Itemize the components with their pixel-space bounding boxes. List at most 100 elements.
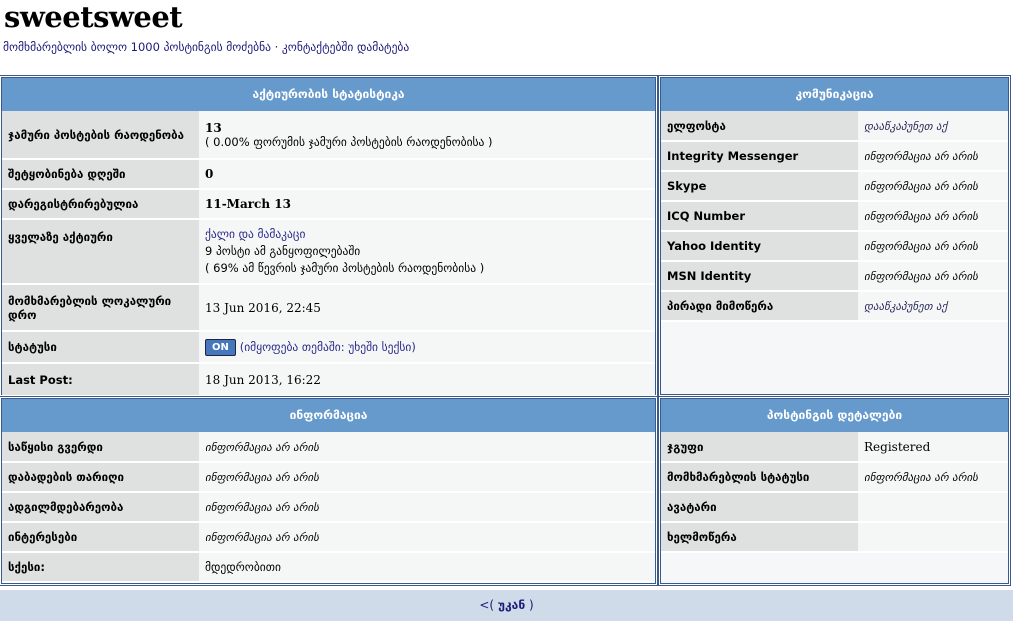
row-label: საწყისი გვერდი xyxy=(2,432,199,463)
row-label: Integrity Messenger xyxy=(661,141,858,172)
row-label: ხელმოწერა xyxy=(661,522,858,553)
row-value: ინფორმაცია არ არის xyxy=(864,210,978,223)
total-posts-pct: ( 0.00% ფორუმის ჯამური პოსტების რაოდენობ… xyxy=(205,134,493,149)
footer-bar: <( უკან ) xyxy=(0,588,1013,621)
row-value-cell xyxy=(858,492,1008,523)
row-value: ინფორმაცია არ არის xyxy=(864,240,978,253)
row-value: ინფორმაცია არ არის xyxy=(864,471,978,484)
row-value-cell: Registered xyxy=(858,432,1008,463)
row-value-cell: ინფორმაცია არ არის xyxy=(199,522,655,553)
footer-suffix: ) xyxy=(525,598,534,612)
row-label: დაბადების თარიღი xyxy=(2,462,199,493)
table-row: შეტყობინება დღეში 0 xyxy=(2,159,655,190)
row-label: პირადი მიმოწერა xyxy=(661,291,858,322)
find-posts-link[interactable]: მომხმარებლის ბოლო 1000 პოსტინგის მოძებნა xyxy=(3,40,271,54)
row-value: ინფორმაცია არ არის xyxy=(864,180,978,193)
row-value: ინფორმაცია არ არის xyxy=(205,440,319,454)
footer-prefix: <( xyxy=(479,598,498,612)
row-value: ინფორმაცია არ არის xyxy=(205,501,319,514)
info-panel: ინფორმაცია საწყისი გვერდი ინფორმაცია არ ა… xyxy=(0,396,658,586)
row-label: ICQ Number xyxy=(661,201,858,232)
row-value: ინფორმაცია არ არის xyxy=(205,471,319,484)
back-link[interactable]: უკან xyxy=(498,598,525,612)
row-label: სტატუსი xyxy=(2,331,199,364)
row-value-cell: ინფორმაცია არ არის xyxy=(858,231,1008,262)
table-row: ხელმოწერა xyxy=(661,522,1008,553)
posting-panel: პოსტინგის დეტალები ჯგუფი Registered მომხმა… xyxy=(658,396,1011,586)
row-label: დარეგისტრირებულია xyxy=(2,189,199,220)
table-row: მომხმარებლის სტატუსი ინფორმაცია არ არის xyxy=(661,462,1008,493)
row-label: ავატარი xyxy=(661,492,858,523)
row-label: მომხმარებლის სტატუსი xyxy=(661,462,858,493)
row-value-cell xyxy=(858,522,1008,553)
posts-per-day: 0 xyxy=(205,167,214,181)
communication-panel: კომუნიკაცია ელფოსტა დააწკაპუნეთ აქ Integri… xyxy=(658,75,1011,397)
active-pct: ( 69% ამ წევრის ჯამური პოსტების რაოდენობ… xyxy=(205,261,485,275)
row-value-cell: ინფორმაცია არ არის xyxy=(858,261,1008,292)
activity-panel: აქტიურობის სტატისტიკა ჯამური პოსტების რა… xyxy=(0,75,658,397)
row-value-cell: მდედრობითი xyxy=(199,552,655,583)
row-value-cell: დააწკაპუნეთ აქ xyxy=(858,291,1008,322)
table-row: Integrity Messenger ინფორმაცია არ არის xyxy=(661,141,1008,172)
add-contact-link[interactable]: კონტაქტებში დამატება xyxy=(282,40,409,54)
online-badge: ON xyxy=(205,338,236,356)
table-row: საწყისი გვერდი ინფორმაცია არ არის xyxy=(2,432,655,463)
row-value-cell: ინფორმაცია არ არის xyxy=(199,462,655,493)
row-value-cell: ინფორმაცია არ არის xyxy=(199,432,655,463)
separator: · xyxy=(270,40,282,54)
row-label: ჯამური პოსტების რაოდენობა xyxy=(2,111,199,160)
row-label: ჯგუფი xyxy=(661,432,858,463)
row-label: სქესი: xyxy=(2,552,199,583)
row-value: ინფორმაცია არ არის xyxy=(864,270,978,283)
table-row: სტატუსი ON (იმყოფება თემაში: უხეში სექსი) xyxy=(2,331,655,364)
table-row: ადგილმდებარეობა ინფორმაცია არ არის xyxy=(2,492,655,523)
table-row: დარეგისტრირებულია 11-March 13 xyxy=(2,189,655,220)
table-row: Skype ინფორმაცია არ არის xyxy=(661,171,1008,202)
last-post: 18 Jun 2013, 16:22 xyxy=(199,363,655,397)
table-row: Yahoo Identity ინფორმაცია არ არის xyxy=(661,231,1008,262)
active-posts: 9 პოსტი ამ განყოფილებაში xyxy=(205,244,361,258)
row-label: ყველაზე აქტიური xyxy=(2,219,199,285)
user-actions: მომხმარებლის ბოლო 1000 პოსტინგის მოძებნა… xyxy=(3,40,409,54)
table-row: პირადი მიმოწერა დააწკაპუნეთ აქ xyxy=(661,291,1008,322)
row-value-cell: ინფორმაცია არ არის xyxy=(858,171,1008,202)
row-value-cell: დააწკაპუნეთ აქ xyxy=(858,111,1008,142)
local-time: 13 Jun 2016, 22:45 xyxy=(199,284,655,332)
table-row: MSN Identity ინფორმაცია არ არის xyxy=(661,261,1008,292)
table-row: ელფოსტა დააწკაპუნეთ აქ xyxy=(661,111,1008,142)
table-row: ყველაზე აქტიური ქალი და მამაკაცი 9 პოსტი ა… xyxy=(2,219,655,285)
table-row: ინტერესები ინფორმაცია არ არის xyxy=(2,522,655,553)
table-row: Last Post: 18 Jun 2013, 16:22 xyxy=(2,363,655,397)
info-header: ინფორმაცია xyxy=(2,399,655,432)
activity-header: აქტიურობის სტატისტიკა xyxy=(2,78,655,111)
row-value-cell: ინფორმაცია არ არის xyxy=(858,201,1008,232)
table-row: ჯგუფი Registered xyxy=(661,432,1008,463)
row-value-cell: ინფორმაცია არ არის xyxy=(858,462,1008,493)
posting-header: პოსტინგის დეტალები xyxy=(661,399,1008,432)
registered-date: 11-March 13 xyxy=(205,197,291,211)
row-value: ინფორმაცია არ არის xyxy=(205,531,319,544)
click-here-link[interactable]: დააწკაპუნეთ აქ xyxy=(864,300,947,313)
row-label: Last Post: xyxy=(2,363,199,397)
table-row: მომხმარებლის ლოკალური დრო 13 Jun 2016, 22… xyxy=(2,284,655,332)
table-row: ჯამური პოსტების რაოდენობა 13( 0.00% ფორუმ… xyxy=(2,111,655,160)
row-label: ელფოსტა xyxy=(661,111,858,142)
active-forum-link[interactable]: ქალი და მამაკაცი xyxy=(205,227,305,241)
page-title: sweetsweet xyxy=(4,0,183,34)
row-value-cell: ინფორმაცია არ არის xyxy=(199,492,655,523)
row-label: ინტერესები xyxy=(2,522,199,553)
row-value: Registered xyxy=(864,439,931,454)
table-row: დაბადების თარიღი ინფორმაცია არ არის xyxy=(2,462,655,493)
status-topic-link[interactable]: (იმყოფება თემაში: უხეში სექსი) xyxy=(240,340,416,354)
table-row: ICQ Number ინფორმაცია არ არის xyxy=(661,201,1008,232)
click-here-link[interactable]: დააწკაპუნეთ აქ xyxy=(864,120,947,133)
total-posts: 13 xyxy=(205,120,222,135)
row-label: Yahoo Identity xyxy=(661,231,858,262)
row-label: MSN Identity xyxy=(661,261,858,292)
row-value: ინფორმაცია არ არის xyxy=(864,150,978,163)
communication-header: კომუნიკაცია xyxy=(661,78,1008,111)
row-label: მომხმარებლის ლოკალური დრო xyxy=(2,284,199,332)
row-value: მდედრობითი xyxy=(205,560,281,574)
row-label: შეტყობინება დღეში xyxy=(2,159,199,190)
table-row: სქესი: მდედრობითი xyxy=(2,552,655,583)
